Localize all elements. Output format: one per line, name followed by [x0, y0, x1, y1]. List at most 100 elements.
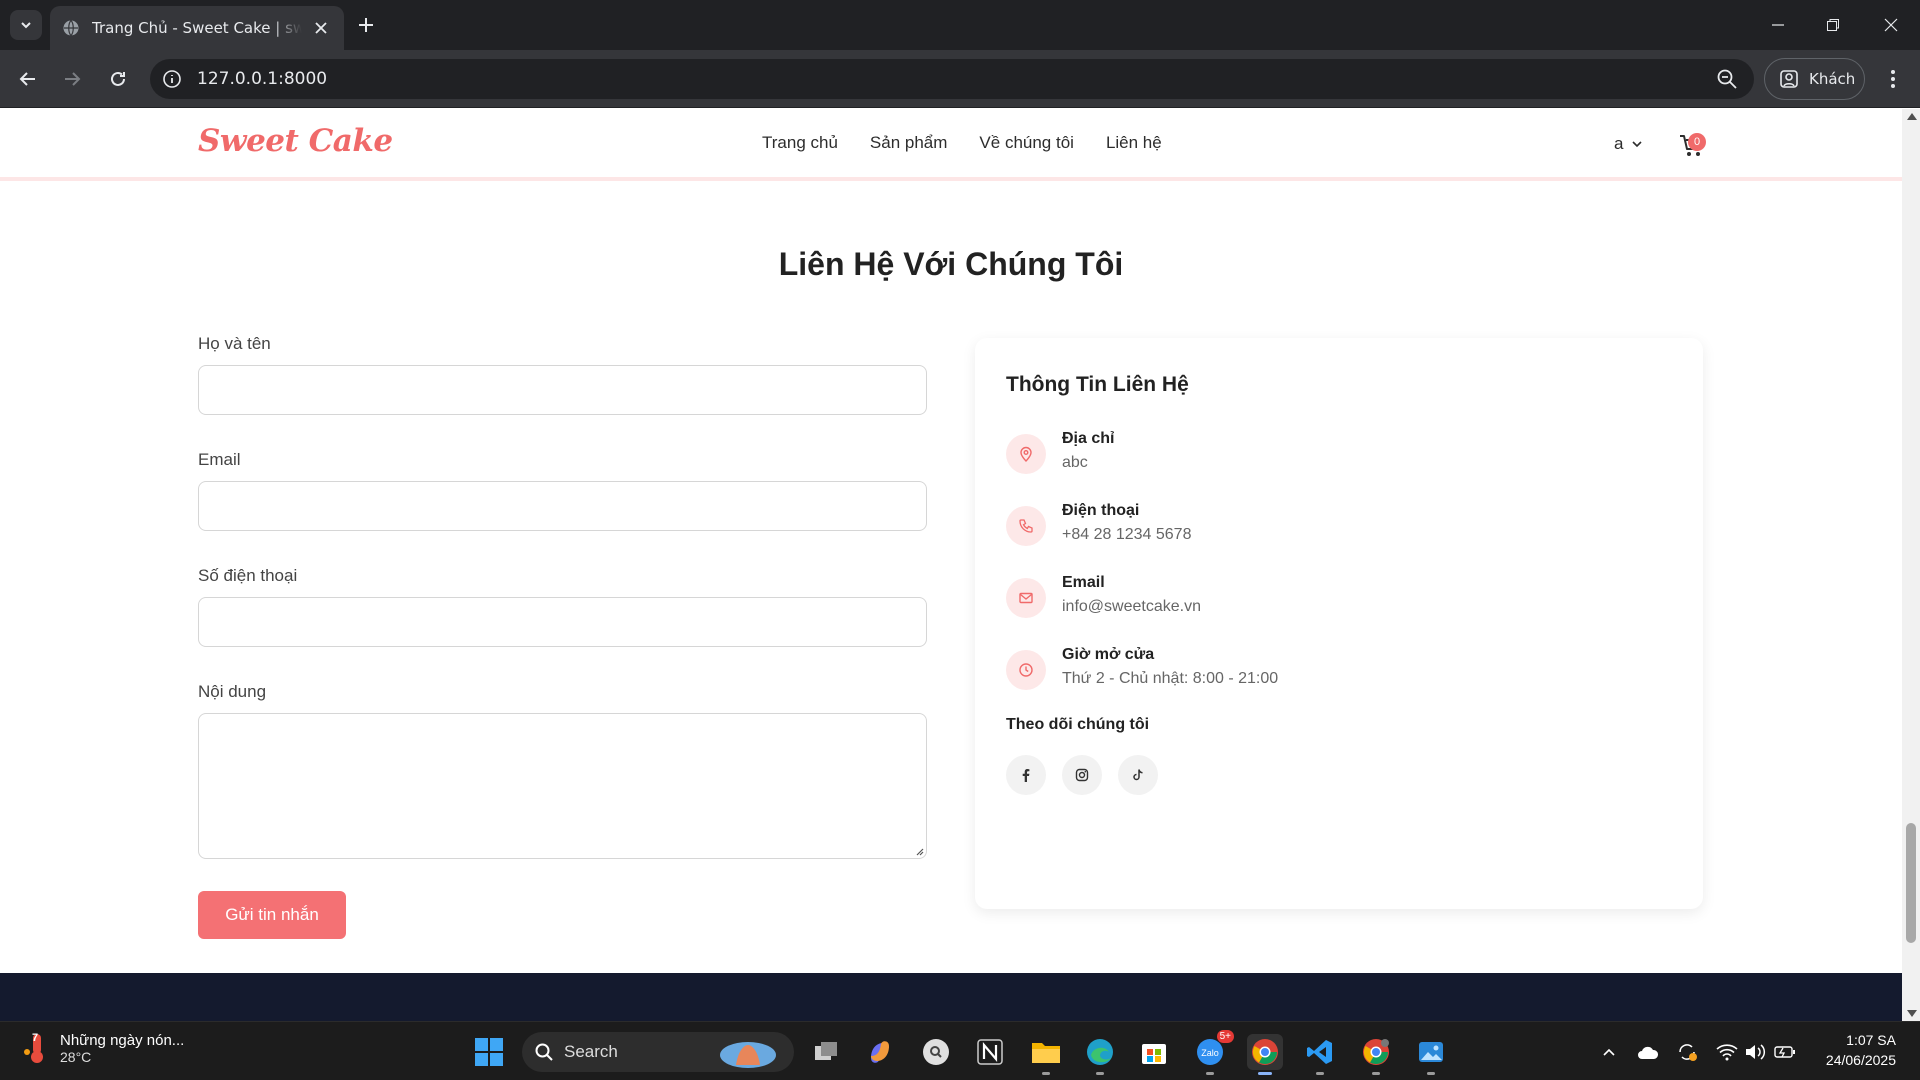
minimize-button[interactable] — [1765, 12, 1791, 38]
resize-grip-icon[interactable] — [914, 846, 924, 856]
tiktok-icon[interactable] — [1118, 755, 1158, 795]
name-input[interactable] — [198, 365, 927, 415]
clock-icon — [1006, 650, 1046, 690]
chrome-icon[interactable] — [1247, 1034, 1283, 1070]
nav-contact[interactable]: Liên hệ — [1106, 133, 1162, 153]
copilot-icon[interactable] — [862, 1034, 898, 1070]
user-menu[interactable]: a — [1614, 134, 1643, 154]
search-app-icon[interactable] — [918, 1034, 954, 1070]
clock-time: 1:07 SA — [1846, 1032, 1896, 1048]
volume-icon[interactable] — [1744, 1041, 1766, 1063]
tab-search-button[interactable] — [10, 10, 42, 40]
contact-form: Họ và tên Email Số điện thoại Nội dung G… — [198, 334, 928, 939]
contact-item-phone: Điện thoại +84 28 1234 5678 — [1006, 502, 1506, 558]
profile-label: Khách — [1809, 70, 1856, 88]
running-indicator — [1427, 1072, 1435, 1075]
minimize-icon — [1772, 24, 1784, 26]
site-logo[interactable]: Sweet Cake — [198, 123, 393, 159]
instagram-icon[interactable] — [1062, 755, 1102, 795]
site-header: Sweet Cake Trang chủ Sản phẩm Về chúng t… — [0, 109, 1902, 181]
scroll-down-icon[interactable] — [1907, 1010, 1917, 1017]
phone-icon — [1006, 506, 1046, 546]
chevron-up-icon[interactable] — [1598, 1041, 1620, 1063]
phone-label: Số điện thoại — [198, 566, 298, 585]
onedrive-icon[interactable] — [1637, 1041, 1659, 1063]
social-links — [1006, 755, 1158, 795]
facebook-icon[interactable] — [1006, 755, 1046, 795]
address-label: Địa chỉ — [1062, 430, 1115, 447]
microsoft-store-icon[interactable] — [1136, 1034, 1172, 1070]
guest-profile-icon — [1780, 70, 1798, 88]
main-nav: Trang chủ Sản phẩm Về chúng tôi Liên hệ — [762, 133, 1162, 153]
file-explorer-icon[interactable] — [1028, 1034, 1064, 1070]
browser-tab-active[interactable]: Trang Chủ - Sweet Cake | sweet — [50, 6, 344, 50]
search-label: Search — [564, 1042, 618, 1061]
nav-home[interactable]: Trang chủ — [762, 133, 838, 153]
close-tab-icon[interactable] — [312, 19, 330, 37]
clock-date: 24/06/2025 — [1825, 1052, 1896, 1068]
running-indicator — [1096, 1072, 1104, 1075]
weather-widget[interactable]: 7 Những ngày nón... 28°C — [22, 1030, 184, 1066]
site-footer — [0, 973, 1902, 1021]
phone-input[interactable] — [198, 597, 927, 647]
page-viewport: Sweet Cake Trang chủ Sản phẩm Về chúng t… — [0, 109, 1902, 1021]
phone-label: Điện thoại — [1062, 502, 1140, 519]
restore-icon — [1827, 19, 1839, 31]
sync-icon[interactable] — [1676, 1041, 1698, 1063]
email-label: Email — [198, 450, 241, 469]
forward-button[interactable] — [58, 65, 86, 93]
taskbar-search[interactable]: Search — [522, 1032, 794, 1072]
running-indicator — [1372, 1072, 1380, 1075]
reload-icon — [111, 71, 125, 86]
windows-start-icon[interactable] — [474, 1037, 504, 1067]
task-view-icon[interactable] — [808, 1034, 844, 1070]
weather-badge: 7 — [32, 1032, 39, 1044]
mail-icon — [1006, 578, 1046, 618]
windows-taskbar: 7 Những ngày nón... 28°C Search Zalo 5+ — [0, 1021, 1920, 1080]
weather-temp: 28°C — [60, 1048, 92, 1065]
chevron-down-icon — [21, 22, 31, 29]
photos-icon[interactable] — [1413, 1034, 1449, 1070]
browser-toolbar: 127.0.0.1:8000 Khách — [0, 50, 1920, 108]
send-message-button[interactable]: Gửi tin nhắn — [198, 891, 346, 939]
nav-about[interactable]: Về chúng tôi — [979, 133, 1074, 153]
zalo-icon[interactable]: Zalo 5+ — [1192, 1030, 1234, 1070]
running-indicator — [1316, 1072, 1324, 1075]
more-vert-icon[interactable] — [1880, 66, 1906, 92]
wifi-icon[interactable] — [1716, 1041, 1738, 1063]
globe-icon — [63, 20, 79, 36]
zalo-badge: 5+ — [1216, 1030, 1234, 1043]
phone-value: +84 28 1234 5678 — [1062, 526, 1192, 543]
contact-info-title: Thông Tin Liên Hệ — [1006, 373, 1189, 396]
follow-us-title: Theo dõi chúng tôi — [1006, 716, 1150, 733]
running-indicator — [1206, 1072, 1214, 1075]
chrome-profile-icon[interactable] — [1358, 1034, 1394, 1070]
edge-icon[interactable] — [1082, 1034, 1118, 1070]
address-bar[interactable]: 127.0.0.1:8000 — [150, 59, 1754, 99]
zoom-icon[interactable] — [1716, 68, 1738, 90]
profile-button[interactable]: Khách — [1764, 58, 1865, 100]
page-scrollbar[interactable] — [1902, 109, 1920, 1021]
battery-icon[interactable] — [1774, 1041, 1796, 1063]
site-info-icon[interactable] — [162, 69, 182, 89]
nav-products[interactable]: Sản phẩm — [870, 133, 948, 153]
close-icon — [1884, 18, 1898, 32]
reload-button[interactable] — [104, 65, 132, 93]
vscode-icon[interactable] — [1302, 1034, 1338, 1070]
back-button[interactable] — [14, 65, 42, 93]
thermometer-icon: 7 — [22, 1030, 52, 1066]
scrollbar-thumb[interactable] — [1906, 823, 1916, 943]
restore-button[interactable] — [1820, 12, 1846, 38]
new-tab-icon[interactable] — [354, 13, 378, 37]
running-indicator — [1042, 1072, 1050, 1075]
email-input[interactable] — [198, 481, 927, 531]
arrow-left-icon — [19, 72, 35, 86]
message-textarea[interactable] — [198, 713, 927, 859]
scroll-up-icon[interactable] — [1907, 113, 1917, 120]
notion-icon[interactable] — [972, 1034, 1008, 1070]
contact-info-card: Thông Tin Liên Hệ Địa chỉ abc Điện thoại… — [975, 338, 1703, 909]
system-clock[interactable]: 1:07 SA 24/06/2025 — [1826, 1030, 1896, 1070]
arrow-right-icon — [65, 72, 81, 86]
svg-text:Zalo: Zalo — [1201, 1048, 1219, 1058]
close-window-button[interactable] — [1878, 12, 1904, 38]
